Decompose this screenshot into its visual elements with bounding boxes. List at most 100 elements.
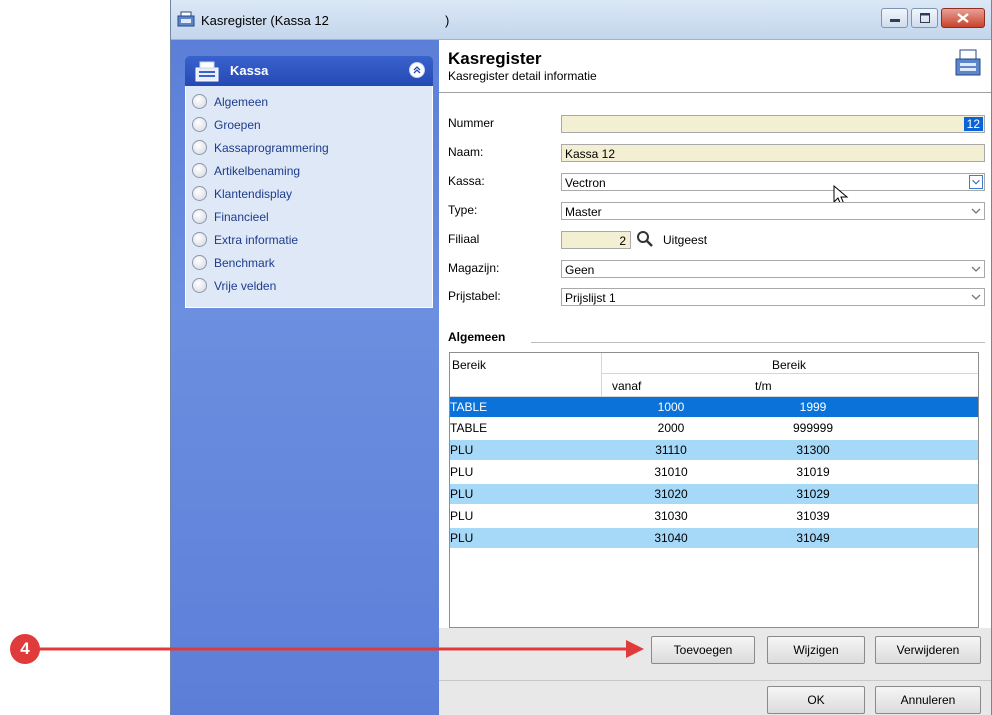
window-title-suffix: ) <box>445 13 450 28</box>
magazijn-value: Geen <box>565 263 595 277</box>
nummer-value: 12 <box>963 117 983 131</box>
sidebar-item-label: Kassaprogrammering <box>214 141 329 155</box>
cell-tm: 31049 <box>796 531 830 545</box>
cell-tm: 999999 <box>792 421 834 435</box>
prijstabel-value: Prijslijst 1 <box>565 291 616 305</box>
kassa-panel-header[interactable]: Kassa <box>185 56 433 86</box>
page-subtitle: Kasregister detail informatie <box>448 69 597 83</box>
kassa-select[interactable]: Vectron <box>561 173 985 191</box>
prijstabel-select[interactable]: Prijslijst 1 <box>561 288 985 306</box>
sidebar-item-label: Algemeen <box>214 95 269 109</box>
minimize-button[interactable] <box>881 8 908 28</box>
bereik-table: Bereik Bereik vanaf t/m TABLE 1000 1999 … <box>449 352 979 628</box>
sidebar: Kassa Algemeen Groepen Kassaprogrammerin… <box>171 40 439 715</box>
radio-icon <box>192 163 207 178</box>
maximize-icon <box>920 13 930 23</box>
magazijn-select[interactable]: Geen <box>561 260 985 278</box>
sidebar-item-artikelbenaming[interactable]: Artikelbenaming <box>192 161 422 181</box>
sidebar-item-klantendisplay[interactable]: Klantendisplay <box>192 184 422 204</box>
cell-tm: 1999 <box>799 400 827 414</box>
cell-vanaf: 31010 <box>654 465 688 479</box>
minimize-icon <box>890 19 900 22</box>
header-divider <box>601 353 602 396</box>
window-title: Kasregister (Kassa 12 <box>201 13 329 28</box>
radio-icon <box>192 140 207 155</box>
annotation-arrow-icon <box>38 640 644 658</box>
chevron-down-icon[interactable] <box>969 175 983 189</box>
prijstabel-label: Prijstabel: <box>448 289 501 303</box>
radio-icon <box>192 255 207 270</box>
radio-icon <box>192 278 207 293</box>
column-header-bereik: Bereik <box>452 358 487 372</box>
sidebar-item-label: Vrije velden <box>214 279 277 293</box>
search-icon[interactable] <box>636 230 654 248</box>
chevron-down-icon[interactable] <box>969 290 983 304</box>
radio-icon <box>192 94 207 109</box>
cash-register-icon <box>955 49 981 76</box>
table-row[interactable]: PLU 31110 31300 <box>450 440 978 460</box>
cell-tm: 31039 <box>796 509 830 523</box>
cell-type: PLU <box>450 465 474 479</box>
title-bar[interactable]: Kasregister (Kassa 12 ) <box>171 0 991 40</box>
radio-icon <box>192 209 207 224</box>
type-label: Type: <box>448 203 478 217</box>
sidebar-item-label: Benchmark <box>214 256 275 270</box>
cell-tm: 31029 <box>796 487 830 501</box>
chevron-down-icon[interactable] <box>969 204 983 218</box>
close-button[interactable] <box>941 8 985 28</box>
main-content: Kasregister Kasregister detail informati… <box>439 40 991 715</box>
sidebar-item-label: Klantendisplay <box>214 187 293 201</box>
table-row[interactable]: PLU 31030 31039 <box>450 506 978 526</box>
toevoegen-button[interactable]: Toevoegen <box>651 636 755 664</box>
header-divider <box>601 373 978 374</box>
annuleren-button[interactable]: Annuleren <box>875 686 981 714</box>
sidebar-item-vrije-velden[interactable]: Vrije velden <box>192 276 422 296</box>
sidebar-item-financieel[interactable]: Financieel <box>192 207 422 227</box>
naam-value: Kassa 12 <box>565 147 616 161</box>
column-header-tm: t/m <box>755 379 772 393</box>
filiaal-field[interactable]: 2 <box>561 231 631 249</box>
table-row[interactable]: PLU 31010 31019 <box>450 462 978 482</box>
page-title: Kasregister <box>448 49 542 68</box>
annotation-badge: 4 <box>10 634 40 664</box>
verwijderen-button[interactable]: Verwijderen <box>875 636 981 664</box>
section-title: Algemeen <box>448 330 506 344</box>
table-row[interactable]: TABLE 2000 999999 <box>450 418 978 438</box>
table-row[interactable]: TABLE 1000 1999 <box>450 397 978 417</box>
cell-tm: 31300 <box>796 443 830 457</box>
type-select[interactable]: Master <box>561 202 985 220</box>
sidebar-item-algemeen[interactable]: Algemeen <box>192 92 422 112</box>
kasregister-window: Kasregister (Kassa 12 ) Kassa Algemeen G… <box>170 0 992 715</box>
wijzigen-button[interactable]: Wijzigen <box>767 636 865 664</box>
ok-button[interactable]: OK <box>767 686 865 714</box>
sidebar-item-groepen[interactable]: Groepen <box>192 115 422 135</box>
cell-vanaf: 1000 <box>657 400 685 414</box>
table-row[interactable]: PLU 31020 31029 <box>450 484 978 504</box>
sidebar-item-label: Financieel <box>214 210 269 224</box>
cell-tm: 31019 <box>796 465 830 479</box>
collapse-button[interactable] <box>409 62 425 78</box>
chevron-down-icon[interactable] <box>969 262 983 276</box>
column-header-vanaf: vanaf <box>612 379 642 393</box>
group-header-bereik: Bereik <box>772 358 807 372</box>
naam-field[interactable]: Kassa 12 <box>561 144 985 162</box>
sidebar-item-label: Artikelbenaming <box>214 164 301 178</box>
filiaal-label: Filiaal <box>448 232 480 246</box>
filiaal-name: Uitgeest <box>663 233 708 247</box>
radio-icon <box>192 232 207 247</box>
nummer-label: Nummer <box>448 116 495 130</box>
magazijn-label: Magazijn: <box>448 261 500 275</box>
sidebar-item-benchmark[interactable]: Benchmark <box>192 253 422 273</box>
cell-type: TABLE <box>450 400 488 414</box>
sidebar-item-kassaprogrammering[interactable]: Kassaprogrammering <box>192 138 422 158</box>
table-row[interactable]: PLU 31040 31049 <box>450 528 978 548</box>
cell-vanaf: 31020 <box>654 487 688 501</box>
radio-icon <box>192 186 207 201</box>
sidebar-item-label: Groepen <box>214 118 261 132</box>
sidebar-item-extra-informatie[interactable]: Extra informatie <box>192 230 422 250</box>
close-icon <box>957 13 969 23</box>
maximize-button[interactable] <box>911 8 938 28</box>
filiaal-value: 2 <box>619 234 626 248</box>
button-divider <box>439 680 991 681</box>
nummer-field[interactable]: 12 <box>561 115 985 133</box>
